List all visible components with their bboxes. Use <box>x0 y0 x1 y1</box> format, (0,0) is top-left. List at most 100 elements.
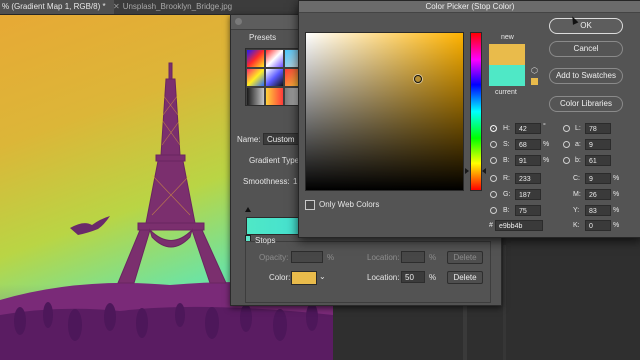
s-label: S: <box>503 141 510 148</box>
lab-b-label: b: <box>575 157 581 164</box>
close-icon[interactable]: ✕ <box>113 0 120 14</box>
close-dot-icon[interactable] <box>235 18 242 25</box>
hue-slider[interactable] <box>470 32 482 191</box>
lab-b-field[interactable]: 61 <box>585 155 611 166</box>
gradient-preview-bar[interactable] <box>246 217 300 235</box>
opacity-location-label: Location: <box>367 253 400 262</box>
g-label: G: <box>503 191 511 198</box>
saturation-field[interactable]: 68 <box>515 139 541 150</box>
red-radio[interactable] <box>490 175 497 182</box>
brightness-unit: % <box>543 157 550 164</box>
hue-slider-arrow-left-icon[interactable] <box>465 168 469 174</box>
black-field[interactable]: 0 <box>585 220 611 231</box>
preset-swatch[interactable] <box>266 88 283 105</box>
hue-field[interactable]: 42 <box>515 123 541 134</box>
presets-grid <box>245 48 305 106</box>
color-location-label: Location: <box>367 273 400 282</box>
saturation-unit: % <box>543 141 550 148</box>
ok-button[interactable]: OK <box>549 18 623 34</box>
name-label: Name: <box>237 135 261 144</box>
opacity-location-percent: % <box>429 253 437 262</box>
lightness-radio[interactable] <box>563 125 570 132</box>
tab-gradient-map[interactable]: % (Gradient Map 1, RGB/8) * <box>0 0 114 14</box>
blue-field[interactable]: 75 <box>515 205 541 216</box>
opacity-stop-marker[interactable] <box>245 207 251 212</box>
a-field[interactable]: 9 <box>585 139 611 150</box>
opacity-field[interactable] <box>291 251 323 263</box>
presets-label: Presets <box>249 33 277 42</box>
cyan-field[interactable]: 9 <box>585 173 611 184</box>
new-color-swatch <box>489 44 525 65</box>
h-label: H: <box>503 125 510 132</box>
a-label: a: <box>575 141 581 148</box>
preset-swatch[interactable] <box>266 50 283 67</box>
only-web-colors-label: Only Web Colors <box>319 200 380 209</box>
add-to-swatches-button[interactable]: Add to Swatches <box>549 68 623 84</box>
color-picker-dialog: Color Picker (Stop Color) Only Web Color… <box>298 0 640 238</box>
color-location-field[interactable]: 50 <box>401 271 425 283</box>
opacity-location-field[interactable] <box>401 251 425 263</box>
l-label: L: <box>575 125 581 132</box>
cube-icon[interactable]: ⬡ <box>531 67 539 75</box>
chevron-down-icon[interactable]: ⌄ <box>319 272 326 281</box>
y-label: Y: <box>573 207 580 214</box>
green-radio[interactable] <box>490 191 497 198</box>
yellow-field[interactable]: 83 <box>585 205 611 216</box>
smoothness-value[interactable]: 1 <box>293 177 297 186</box>
stop-color-swatch[interactable] <box>291 271 317 285</box>
tab-label: Unsplash_Brooklyn_Bridge.jpg @ 25% (RGB/… <box>122 2 233 11</box>
b-radio[interactable] <box>563 157 570 164</box>
green-field[interactable]: 187 <box>515 189 541 200</box>
cancel-button[interactable]: Cancel <box>549 41 623 57</box>
web-safe-color-chip[interactable] <box>531 78 538 85</box>
blue-radio[interactable] <box>490 207 497 214</box>
color-field-cursor[interactable] <box>414 75 422 83</box>
color-libraries-button[interactable]: Color Libraries <box>549 96 623 112</box>
color-picker-titlebar[interactable]: Color Picker (Stop Color) <box>299 1 640 13</box>
current-label: current <box>495 89 517 96</box>
magenta-field[interactable]: 26 <box>585 189 611 200</box>
tab-label: % (Gradient Map 1, RGB/8) * <box>2 2 106 11</box>
preset-swatch[interactable] <box>247 69 264 86</box>
degree-unit: ° <box>543 123 546 130</box>
stops-label: Stops <box>255 236 276 245</box>
b-label: B: <box>503 157 510 164</box>
preset-swatch[interactable] <box>266 69 283 86</box>
m-label: M: <box>573 191 581 198</box>
tab-brooklyn-bridge[interactable]: ✕Unsplash_Brooklyn_Bridge.jpg @ 25% (RGB… <box>113 0 233 14</box>
name-field[interactable]: Custom <box>263 133 299 145</box>
only-web-colors-checkbox[interactable] <box>305 200 315 210</box>
delete-color-stop-button[interactable]: Delete <box>447 271 483 284</box>
color-label: Color: <box>269 273 291 282</box>
black-unit: % <box>613 222 620 229</box>
saturation-brightness-field[interactable] <box>305 32 464 191</box>
smoothness-label: Smoothness: <box>243 177 290 186</box>
cyan-unit: % <box>613 175 620 182</box>
red-field[interactable]: 233 <box>515 173 541 184</box>
hue-slider-arrow-right-icon[interactable] <box>482 168 486 174</box>
lightness-field[interactable]: 78 <box>585 123 611 134</box>
hex-label: # <box>489 222 493 229</box>
hue-radio[interactable] <box>490 125 497 132</box>
saturation-radio[interactable] <box>490 141 497 148</box>
k-label: K: <box>573 222 580 229</box>
yellow-unit: % <box>613 207 620 214</box>
color-picker-title: Color Picker (Stop Color) <box>425 2 515 11</box>
opacity-percent: % <box>327 253 335 262</box>
color-location-percent: % <box>429 273 437 282</box>
preset-swatch[interactable] <box>247 88 264 105</box>
gradient-type-label: Gradient Type <box>249 156 300 165</box>
preset-swatch[interactable] <box>247 50 264 67</box>
opacity-label: Opacity: <box>259 253 289 262</box>
blue-label: B: <box>503 207 510 214</box>
current-color-swatch[interactable] <box>489 65 525 86</box>
r-label: R: <box>503 175 510 182</box>
hex-field[interactable]: e9bb4b <box>495 220 543 231</box>
brightness-field[interactable]: 91 <box>515 155 541 166</box>
magenta-unit: % <box>613 191 620 198</box>
new-label: new <box>501 34 514 41</box>
delete-opacity-stop-button[interactable]: Delete <box>447 251 483 264</box>
brightness-radio[interactable] <box>490 157 497 164</box>
c-label: C: <box>573 175 580 182</box>
a-radio[interactable] <box>563 141 570 148</box>
